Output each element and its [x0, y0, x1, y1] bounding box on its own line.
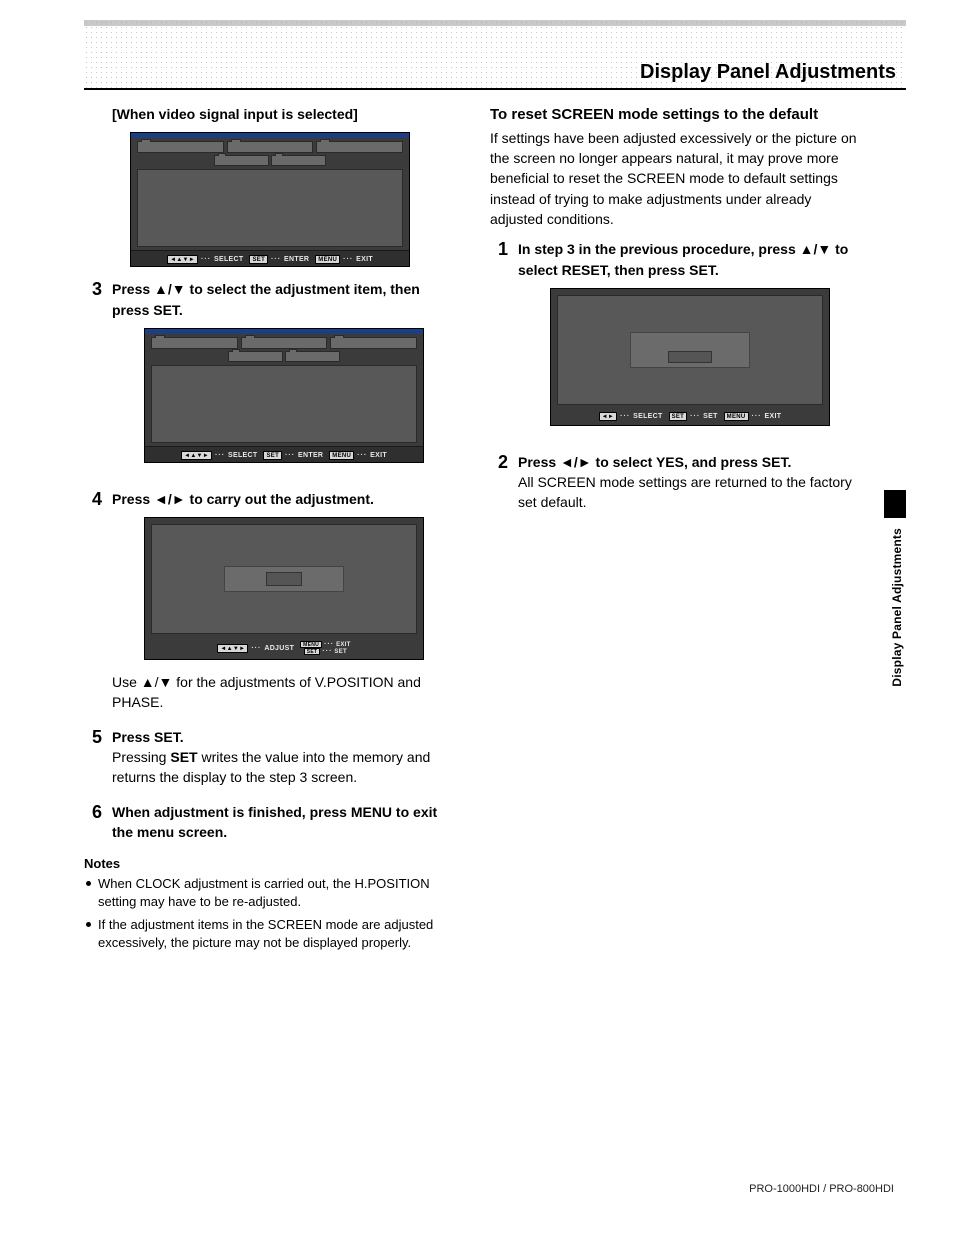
section-heading: To reset SCREEN mode settings to the def…	[490, 104, 862, 126]
step-number: 3	[84, 279, 102, 475]
hint-enter: SET···ENTER	[249, 255, 309, 264]
reset-step-1: 1 In step 3 in the previous procedure, p…	[490, 239, 862, 438]
side-tab: Display Panel Adjustments	[884, 490, 906, 700]
footer-model: PRO-1000HDI / PRO-800HDI	[749, 1183, 894, 1195]
step-number: 2	[490, 452, 508, 513]
side-tab-label: Display Panel Adjustments	[890, 528, 904, 687]
osd-screen: ◄►···SELECT SET···SET MENU···EXIT	[550, 288, 830, 426]
osd-hint-bar: ◄►···SELECT SET···SET MENU···EXIT	[557, 408, 823, 421]
section-intro: If settings have been adjusted excessive…	[490, 128, 862, 229]
step-number: 1	[490, 239, 508, 438]
osd-panel	[137, 169, 403, 247]
osd-figure-2: ◄▲▼►···SELECT SET···ENTER MENU···EXIT	[112, 328, 456, 463]
step-heading: In step 3 in the previous procedure, pre…	[518, 239, 862, 280]
step-number: 4	[84, 489, 102, 713]
reset-box	[630, 332, 750, 368]
step-heading: When adjustment is finished, press MENU …	[112, 802, 456, 843]
note-item: When CLOCK adjustment is carried out, th…	[84, 875, 456, 911]
osd-hint-bar: ◄▲▼►···SELECT SET···ENTER MENU···EXIT	[131, 250, 409, 266]
osd-screen: ◄▲▼►···SELECT SET···ENTER MENU···EXIT	[144, 328, 424, 463]
osd-figure-reset: ◄►···SELECT SET···SET MENU···EXIT	[518, 288, 862, 426]
hint-select: ◄▲▼►···SELECT	[167, 255, 243, 264]
osd-screen: ◄▲▼►···SELECT SET···ENTER MENU···EXIT	[130, 132, 410, 267]
step-4: 4 Press ◄/► to carry out the adjustment.…	[84, 489, 456, 713]
bracket-heading: [When video signal input is selected]	[112, 104, 456, 124]
osd-figure-1: ◄▲▼►···SELECT SET···ENTER MENU···EXIT	[84, 132, 456, 267]
notes-heading: Notes	[84, 856, 456, 871]
step-note: Use ▲/▼ for the adjustments of V.POSITIO…	[112, 672, 456, 713]
osd-panel-reset	[557, 295, 823, 405]
step-body-text: Pressing SET writes the value into the m…	[112, 747, 456, 788]
hint-exit: MENU···EXIT	[315, 255, 373, 264]
columns: [When video signal input is selected]	[84, 104, 862, 956]
notes-list: When CLOCK adjustment is carried out, th…	[84, 875, 456, 952]
osd-subtabs	[137, 155, 403, 166]
step-number: 5	[84, 727, 102, 788]
osd-panel-slider	[151, 524, 417, 634]
osd-hint-bar: ◄▲▼►···ADJUST MENU···EXIT SET···SET	[151, 637, 417, 655]
page-header: Display Panel Adjustments	[84, 20, 906, 90]
step-heading: Press SET.	[112, 727, 456, 747]
osd-hint-bar: ◄▲▼►···SELECT SET···ENTER MENU···EXIT	[145, 446, 423, 462]
page: Display Panel Adjustments Display Panel …	[0, 0, 954, 1235]
side-tab-marker	[884, 490, 906, 518]
content-area: [When video signal input is selected]	[84, 104, 862, 956]
header-rule	[84, 88, 906, 90]
step-6: 6 When adjustment is finished, press MEN…	[84, 802, 456, 843]
slider-box	[224, 566, 344, 592]
step-5: 5 Press SET. Pressing SET writes the val…	[84, 727, 456, 788]
osd-tabs	[137, 141, 403, 153]
step-body-text: All SCREEN mode settings are returned to…	[518, 472, 862, 513]
right-column: To reset SCREEN mode settings to the def…	[490, 104, 862, 956]
step-heading: Press ◄/► to carry out the adjustment.	[112, 489, 456, 509]
osd-figure-3: ◄▲▼►···ADJUST MENU···EXIT SET···SET	[112, 517, 456, 660]
page-title: Display Panel Adjustments	[640, 61, 896, 84]
left-column: [When video signal input is selected]	[84, 104, 456, 956]
step-heading: Press ▲/▼ to select the adjustment item,…	[112, 279, 456, 320]
reset-step-2: 2 Press ◄/► to select YES, and press SET…	[490, 452, 862, 513]
step-3: 3 Press ▲/▼ to select the adjustment ite…	[84, 279, 456, 475]
step-number: 6	[84, 802, 102, 843]
note-item: If the adjustment items in the SCREEN mo…	[84, 916, 456, 952]
step-heading: Press ◄/► to select YES, and press SET.	[518, 452, 862, 472]
osd-screen: ◄▲▼►···ADJUST MENU···EXIT SET···SET	[144, 517, 424, 660]
